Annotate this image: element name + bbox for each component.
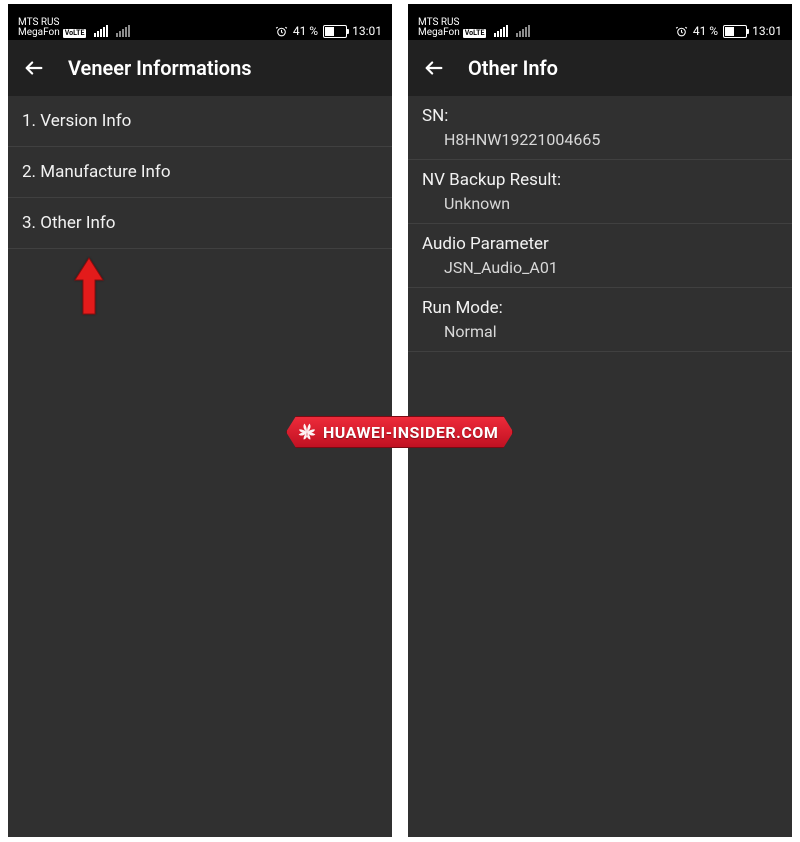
alarm-icon [275, 25, 288, 38]
menu-item-manufacture-info[interactable]: 2. Manufacture Info [8, 147, 392, 198]
signal-icon-1 [494, 25, 508, 37]
menu-item-other-info[interactable]: 3. Other Info [8, 198, 392, 249]
info-value: H8HNW19221004665 [422, 130, 778, 149]
carrier-block: MTS RUS MegaFon VoLTE [18, 18, 86, 38]
signal-icon-2 [116, 25, 130, 37]
arrow-left-icon [423, 57, 445, 79]
alarm-icon [675, 25, 688, 38]
watermark-text: HUAWEI-INSIDER.COM [323, 423, 498, 442]
huawei-logo-icon [297, 422, 317, 442]
info-value: Normal [422, 322, 778, 341]
app-bar: Veneer Informations [8, 40, 392, 96]
info-label: NV Backup Result: [422, 170, 778, 190]
volte-badge: VoLTE [63, 29, 87, 38]
menu-item-version-info[interactable]: 1. Version Info [8, 96, 392, 147]
battery-icon [723, 25, 747, 38]
carrier-block: MTS RUS MegaFon VoLTE [418, 18, 486, 38]
status-right: 41 % 13:01 [675, 24, 782, 38]
info-value: Unknown [422, 194, 778, 213]
app-bar: Other Info [408, 40, 792, 96]
info-value: JSN_Audio_A01 [422, 258, 778, 277]
page-title: Veneer Informations [68, 56, 252, 80]
info-label: Audio Parameter [422, 234, 778, 254]
info-label: SN: [422, 106, 778, 126]
info-row-nv-backup: NV Backup Result: Unknown [408, 160, 792, 224]
arrow-left-icon [23, 57, 45, 79]
page-title: Other Info [468, 56, 558, 80]
watermark-badge: HUAWEI-INSIDER.COM [286, 416, 513, 448]
back-button[interactable] [422, 56, 446, 80]
clock: 13:01 [752, 24, 782, 38]
clock: 13:01 [352, 24, 382, 38]
canvas: MTS RUS MegaFon VoLTE 41 % 13:01 [0, 0, 800, 842]
volte-badge: VoLTE [463, 29, 487, 38]
info-list: SN: H8HNW19221004665 NV Backup Result: U… [408, 96, 792, 352]
back-button[interactable] [22, 56, 46, 80]
status-bar: MTS RUS MegaFon VoLTE 41 % 13:01 [8, 4, 392, 40]
battery-icon [323, 25, 347, 38]
status-right: 41 % 13:01 [275, 24, 382, 38]
battery-percent: 41 % [293, 24, 318, 38]
info-row-run-mode: Run Mode: Normal [408, 288, 792, 352]
menu-list: 1. Version Info 2. Manufacture Info 3. O… [8, 96, 392, 249]
annotation-arrow [73, 256, 105, 316]
battery-percent: 41 % [693, 24, 718, 38]
info-row-sn: SN: H8HNW19221004665 [408, 96, 792, 160]
carrier-2: MegaFon [418, 28, 460, 38]
signal-icon-1 [94, 25, 108, 37]
info-label: Run Mode: [422, 298, 778, 318]
status-bar: MTS RUS MegaFon VoLTE 41 % 13:01 [408, 4, 792, 40]
signal-icon-2 [516, 25, 530, 37]
info-row-audio: Audio Parameter JSN_Audio_A01 [408, 224, 792, 288]
carrier-2: MegaFon [18, 28, 60, 38]
